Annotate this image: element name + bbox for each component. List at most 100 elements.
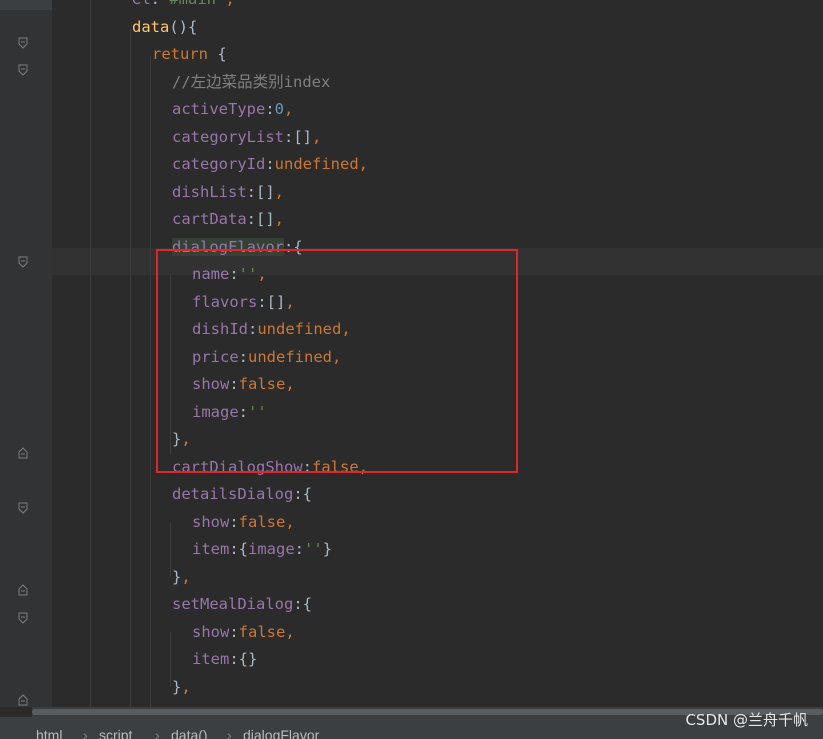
code-line[interactable]: activeType:0,: [172, 96, 293, 123]
breadcrumb-item-dialogflavor[interactable]: dialogFlavor: [243, 717, 319, 739]
fold-open-icon[interactable]: [18, 256, 28, 268]
code-line[interactable]: dishId:undefined,: [192, 316, 351, 343]
chevron-right-icon: ›: [83, 727, 88, 739]
code-token: :: [238, 403, 249, 421]
code-line[interactable]: categoryId:undefined,: [172, 151, 368, 178]
breadcrumb-item-data[interactable]: data(): [171, 717, 208, 739]
code-line[interactable]: },: [172, 674, 191, 701]
code-line[interactable]: setMealDialog:{: [172, 591, 312, 618]
code-line[interactable]: detailsDialog:{: [172, 481, 312, 508]
fold-close-icon[interactable]: [18, 694, 28, 706]
indent-guide: [170, 275, 171, 455]
code-token: :{: [293, 485, 312, 503]
watermark: CSDN @兰舟千帆: [685, 711, 808, 729]
code-token: item: [192, 650, 230, 668]
editor-gutter: [0, 10, 52, 707]
code-token: :: [294, 540, 305, 558]
code-token: ,: [284, 100, 294, 118]
code-line[interactable]: },: [172, 426, 191, 453]
code-token: :: [229, 265, 239, 283]
code-line[interactable]: //左边菜品类别index: [172, 69, 330, 96]
code-token: categoryList: [172, 128, 284, 146]
code-token: :{: [293, 595, 312, 613]
code-line[interactable]: return {: [152, 41, 227, 68]
code-token: categoryId: [172, 155, 266, 173]
code-token: }: [322, 540, 333, 558]
code-token: ,: [181, 568, 191, 586]
fold-open-icon[interactable]: [18, 37, 28, 49]
code-line[interactable]: name:'',: [192, 261, 267, 288]
code-line[interactable]: el:'#main',: [132, 0, 235, 13]
code-token: item: [192, 540, 230, 558]
code-token: :: [265, 155, 275, 173]
code-token: ,: [332, 348, 342, 366]
indent-guide: [170, 632, 171, 687]
code-token: //左边菜品类别index: [172, 73, 331, 91]
code-token: ,: [358, 458, 369, 476]
code-token: dishList: [172, 183, 247, 201]
fold-close-icon[interactable]: [18, 447, 28, 459]
code-token: show: [192, 375, 230, 393]
code-token: :: [302, 458, 312, 476]
indent-guide: [170, 522, 171, 577]
indent-guide: [130, 28, 131, 707]
code-token: setMealDialog: [172, 595, 294, 613]
code-token: false: [238, 623, 286, 641]
breadcrumb-item-script[interactable]: script: [99, 717, 132, 739]
code-line[interactable]: show:false,: [192, 619, 295, 646]
code-line[interactable]: image:'': [192, 399, 267, 426]
code-token: '#main': [160, 0, 225, 8]
code-token: ,: [274, 210, 284, 228]
code-token: }: [172, 568, 182, 586]
code-line[interactable]: flavors:[],: [192, 289, 295, 316]
code-token: ,: [181, 430, 191, 448]
code-line[interactable]: price:undefined,: [192, 344, 341, 371]
code-token: :: [238, 348, 249, 366]
code-token: ,: [181, 678, 191, 696]
code-token: }: [172, 430, 182, 448]
code-line[interactable]: cartDialogShow:false,: [172, 454, 368, 481]
breadcrumb-item-html[interactable]: html: [36, 717, 62, 739]
code-token: ,: [285, 513, 295, 531]
code-token: :: [151, 0, 160, 8]
fold-open-icon[interactable]: [18, 502, 28, 514]
code-token: :: [248, 320, 258, 338]
code-token: {: [208, 45, 227, 63]
code-token: ,: [311, 128, 322, 146]
code-token: :{: [283, 238, 303, 256]
code-token: return: [152, 45, 208, 63]
code-line[interactable]: dialogFlavor:{: [172, 234, 303, 261]
code-line[interactable]: cartData:[],: [172, 206, 284, 233]
code-token: show: [192, 623, 230, 641]
fold-open-icon[interactable]: [18, 612, 28, 624]
code-token: data: [132, 18, 170, 36]
code-token: :[]: [283, 128, 312, 146]
code-line[interactable]: categoryList:[],: [172, 124, 321, 151]
code-token: false: [312, 458, 359, 476]
code-token: ,: [341, 320, 351, 338]
code-line[interactable]: dishList:[],: [172, 179, 284, 206]
code-token: ,: [274, 183, 284, 201]
indent-guide: [150, 56, 151, 707]
code-token: detailsDialog: [172, 485, 294, 503]
code-editor[interactable]: el:'#main',data(){return {//左边菜品类别indexa…: [52, 0, 823, 707]
code-token: :[]: [257, 293, 286, 311]
code-line[interactable]: },: [172, 564, 191, 591]
code-token: cartDialogShow: [172, 458, 303, 476]
code-token: show: [192, 513, 230, 531]
code-token: flavors: [192, 293, 258, 311]
code-token: (){: [169, 18, 198, 36]
code-token: cartData: [172, 210, 247, 228]
code-token: :: [229, 623, 239, 641]
code-line[interactable]: item:{image:''}: [192, 536, 332, 563]
code-token: undefined: [257, 320, 342, 338]
code-token: false: [238, 513, 286, 531]
code-token: undefined: [248, 348, 333, 366]
fold-open-icon[interactable]: [18, 64, 28, 76]
code-line[interactable]: data(){: [132, 14, 197, 41]
code-token: dishId: [192, 320, 248, 338]
code-line[interactable]: show:false,: [192, 371, 295, 398]
code-line[interactable]: show:false,: [192, 509, 295, 536]
code-line[interactable]: item:{}: [192, 646, 257, 673]
fold-close-icon[interactable]: [18, 584, 28, 596]
